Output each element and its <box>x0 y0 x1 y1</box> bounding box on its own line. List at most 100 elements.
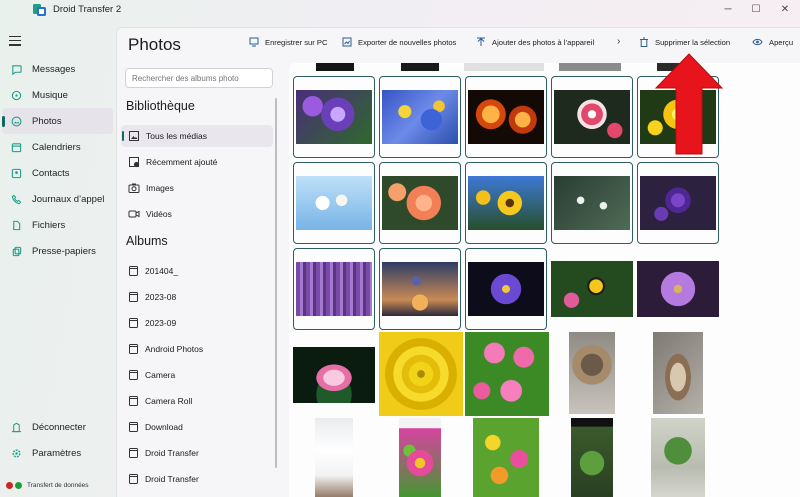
photo-thumbnail[interactable] <box>551 332 633 414</box>
album-item[interactable]: Droid Transfer <box>121 468 273 490</box>
nav-item-files[interactable]: Fichiers <box>2 212 113 238</box>
nav-item-label: Journaux d’appel <box>32 193 105 205</box>
minimize-icon[interactable]: ─ <box>715 2 741 18</box>
recent-icon <box>129 157 140 168</box>
album-search-input[interactable] <box>125 68 273 88</box>
message-icon <box>12 64 22 75</box>
album-item[interactable]: Download <box>121 416 273 438</box>
photo-thumbnail[interactable] <box>637 332 719 414</box>
album-icon <box>129 422 138 432</box>
album-icon <box>129 266 138 276</box>
delete-selection-button[interactable]: Supprimer la sélection <box>639 37 730 47</box>
photo-thumbnail[interactable] <box>465 418 547 497</box>
photo-thumbnail[interactable] <box>465 248 547 330</box>
nav-item-contacts[interactable]: Contacts <box>2 160 113 186</box>
photo-thumbnail[interactable] <box>379 418 461 497</box>
photo-thumbnail[interactable] <box>465 162 547 244</box>
nav-item-calendars[interactable]: Calendriers <box>2 134 113 160</box>
album-item[interactable]: Droid Transfer <box>121 442 273 464</box>
album-label: Droid Transfer <box>145 448 199 458</box>
title-bar: Droid Transfer 2 ─ ☐ ✕ <box>0 0 800 22</box>
album-item[interactable]: Camera Roll <box>121 390 273 412</box>
library-item-images[interactable]: Images <box>121 177 273 199</box>
album-item[interactable]: Camera <box>121 364 273 386</box>
album-label: Camera <box>145 370 176 380</box>
photo-thumbnail[interactable] <box>637 418 719 497</box>
photo-thumbnail[interactable] <box>637 248 719 330</box>
photo-thumbnail[interactable] <box>379 248 461 330</box>
app-title: Droid Transfer 2 <box>53 4 122 15</box>
photo-thumbnail[interactable] <box>551 162 633 244</box>
nav-item-call-logs[interactable]: Journaux d’appel <box>2 186 113 212</box>
close-icon[interactable]: ✕ <box>772 2 798 18</box>
photo-thumbnail[interactable] <box>551 76 633 158</box>
library-title: Bibliothèque <box>126 99 195 113</box>
nav-item-clipboard[interactable]: Presse-papiers <box>2 238 113 264</box>
album-item[interactable]: Android Photos <box>121 338 273 360</box>
disconnect-icon <box>11 422 22 432</box>
library-item-all-media[interactable]: Tous les médias <box>121 125 273 147</box>
album-icon <box>129 292 138 302</box>
maximize-icon[interactable]: ☐ <box>743 2 769 18</box>
clipboard-icon <box>12 246 22 256</box>
export-new-button[interactable]: Exporter de nouvelles photos <box>342 37 456 47</box>
album-item[interactable]: 2023-08 <box>121 286 273 308</box>
export-icon <box>342 37 352 47</box>
save-to-pc-button[interactable]: Enregistrer sur PC <box>249 37 327 47</box>
photo-thumbnail[interactable] <box>293 248 375 330</box>
library-item-label: Tous les médias <box>146 131 207 141</box>
library-item-recent[interactable]: Récemment ajouté <box>121 151 273 173</box>
photo-thumbnail-partial[interactable] <box>316 63 354 71</box>
photo-thumbnail[interactable] <box>551 248 633 330</box>
photo-thumbnail[interactable] <box>551 418 633 497</box>
nav-bottom: Déconnecter Paramètres <box>0 414 116 466</box>
video-icon <box>128 210 140 218</box>
photo-thumbnail[interactable] <box>379 162 461 244</box>
gear-icon <box>12 448 21 458</box>
add-to-device-button[interactable]: Ajouter des photos à l’appareil <box>476 37 594 47</box>
album-item[interactable]: 201404_ <box>121 260 273 282</box>
photo-thumbnail-partial[interactable] <box>401 63 439 71</box>
disconnect-button[interactable]: Déconnecter <box>2 414 113 440</box>
photo-thumbnail[interactable] <box>293 334 375 416</box>
status-label: Transfert de données <box>27 482 89 489</box>
photo-icon <box>11 116 22 126</box>
export-new-label: Exporter de nouvelles photos <box>358 37 457 47</box>
album-item[interactable]: 2023-09 <box>121 312 273 334</box>
settings-button[interactable]: Paramètres <box>2 440 113 466</box>
chevron-right-icon[interactable]: › <box>617 36 620 47</box>
nav-item-label: Musique <box>32 89 68 101</box>
photo-thumbnail[interactable] <box>465 332 549 416</box>
file-icon <box>13 220 21 230</box>
photo-thumbnail[interactable] <box>293 418 375 497</box>
status-green-dot <box>15 482 22 489</box>
album-list-scrollbar[interactable] <box>275 98 277 468</box>
album-icon <box>129 448 138 458</box>
album-label: Droid Transfer <box>145 474 199 484</box>
delete-selection-label: Supprimer la sélection <box>655 37 731 47</box>
nav-item-label: Calendriers <box>32 141 81 153</box>
library-item-label: Images <box>146 183 174 193</box>
disconnect-label: Déconnecter <box>32 421 86 433</box>
phone-icon <box>11 194 22 204</box>
library-item-videos[interactable]: Vidéos <box>121 203 273 225</box>
photo-thumbnail[interactable] <box>637 162 719 244</box>
library-item-label: Vidéos <box>146 209 172 219</box>
photo-thumbnail[interactable] <box>379 332 463 416</box>
preview-button[interactable]: Aperçu <box>752 37 793 47</box>
photo-thumbnail[interactable] <box>293 76 375 158</box>
main-nav: Messages Musique Photos Calendriers Cont… <box>0 56 116 264</box>
photo-thumbnail-partial[interactable] <box>464 63 544 71</box>
album-label: Android Photos <box>145 344 204 354</box>
photo-thumbnail-partial[interactable] <box>559 63 621 71</box>
photo-thumbnail[interactable] <box>379 76 461 158</box>
save-icon <box>249 37 259 47</box>
nav-item-messages[interactable]: Messages <box>2 56 113 82</box>
album-label: 2023-08 <box>145 292 177 302</box>
nav-item-label: Contacts <box>32 167 70 179</box>
photo-thumbnail[interactable] <box>465 76 547 158</box>
nav-item-music[interactable]: Musique <box>2 82 113 108</box>
photo-thumbnail[interactable] <box>293 162 375 244</box>
menu-icon[interactable] <box>9 36 21 46</box>
nav-item-photos[interactable]: Photos <box>2 108 113 134</box>
